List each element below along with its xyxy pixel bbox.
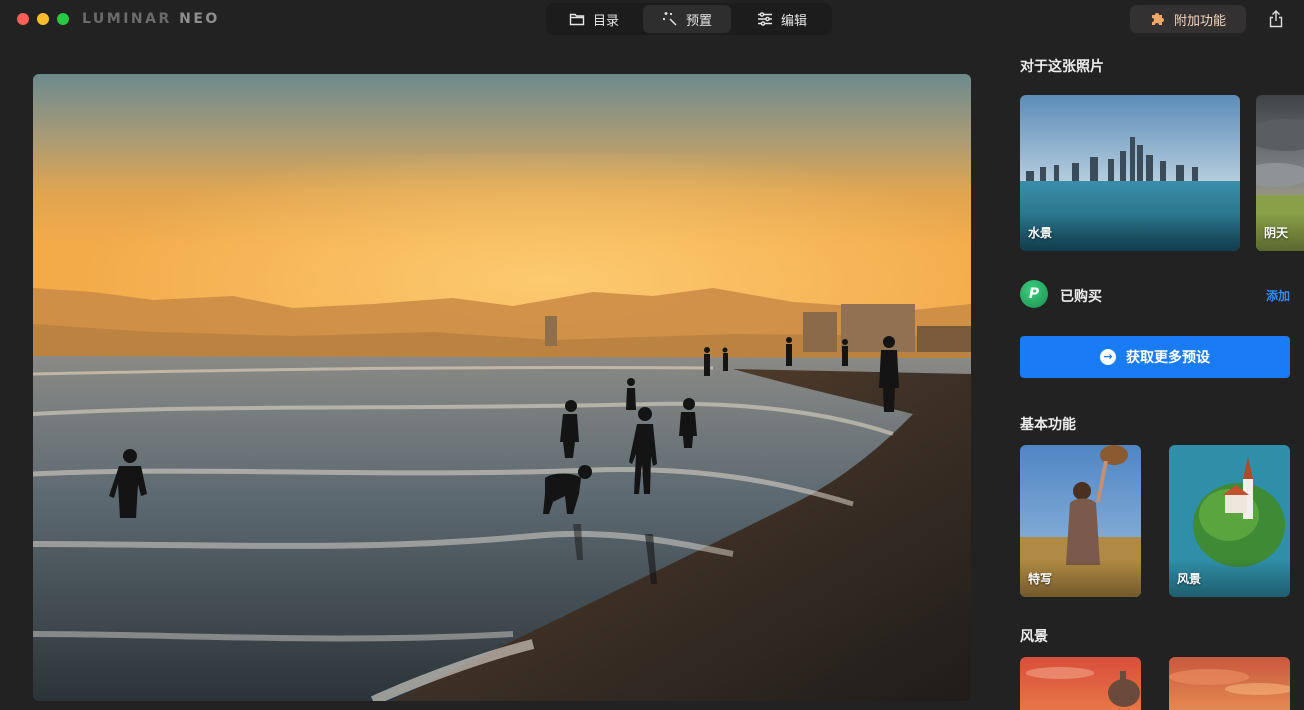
sunset-clouds-image bbox=[1169, 657, 1290, 710]
extensions-label: 附加功能 bbox=[1173, 13, 1226, 29]
purchased-label: 已购买 bbox=[1060, 289, 1102, 305]
puzzle-icon bbox=[1151, 13, 1164, 25]
fullscreen-window-button[interactable] bbox=[57, 13, 69, 25]
purchased-logo-icon: P bbox=[1020, 280, 1048, 308]
purchased-logo-letter: P bbox=[1028, 286, 1040, 302]
arrow-right-icon: → bbox=[1100, 349, 1116, 365]
preset-overcast[interactable]: 阴天 bbox=[1256, 95, 1304, 251]
basic-presets-title: 基本功能 bbox=[1020, 417, 1076, 433]
tab-presets[interactable]: 预置 bbox=[643, 5, 731, 33]
folder-icon bbox=[569, 13, 585, 26]
main-photo-canvas[interactable] bbox=[33, 74, 971, 701]
share-icon bbox=[1269, 10, 1283, 28]
landscape-presets-title: 风景 bbox=[1020, 629, 1048, 645]
presets-panel: 对于这张照片 水景 阴天 P 已购买 添加 → 获取更多预设 基本功能 特写 风… bbox=[1000, 40, 1304, 710]
preset-landscape-sunset-clouds[interactable] bbox=[1169, 657, 1290, 710]
app-logo: LUMINAR NEO bbox=[82, 10, 220, 28]
preset-waterscape[interactable]: 水景 bbox=[1020, 95, 1240, 251]
tab-edit[interactable]: 编辑 bbox=[738, 5, 826, 33]
preset-landscape-sunset-dome[interactable] bbox=[1020, 657, 1141, 710]
about-photo-title: 对于这张照片 bbox=[1020, 59, 1104, 75]
mode-switcher: 目录 预置 编辑 bbox=[546, 3, 832, 35]
tab-edit-label: 编辑 bbox=[780, 13, 807, 29]
title-bar: LUMINAR NEO 目录 预置 编辑 附加功能 bbox=[0, 0, 1304, 38]
preset-label: 特写 bbox=[1028, 572, 1053, 586]
export-button[interactable] bbox=[1266, 9, 1286, 29]
tab-catalog[interactable]: 目录 bbox=[550, 5, 638, 33]
get-more-presets-button[interactable]: → 获取更多预设 bbox=[1020, 336, 1290, 378]
sliders-icon bbox=[757, 12, 772, 26]
beach-sunset-photo bbox=[33, 74, 971, 701]
preset-landscape[interactable]: 风景 bbox=[1169, 445, 1290, 597]
add-purchased-link[interactable]: 添加 bbox=[1266, 287, 1290, 304]
purchased-presets-row: P 已购买 添加 bbox=[1020, 280, 1290, 310]
preset-label: 风景 bbox=[1177, 572, 1202, 586]
magic-wand-icon bbox=[662, 12, 677, 26]
tab-catalog-label: 目录 bbox=[592, 13, 619, 29]
preset-label: 阴天 bbox=[1264, 226, 1289, 240]
close-window-button[interactable] bbox=[17, 13, 29, 25]
app-logo-text: LUMINAR bbox=[82, 11, 180, 27]
preset-label: 水景 bbox=[1028, 226, 1053, 240]
tab-presets-label: 预置 bbox=[685, 13, 712, 29]
thumb-shade bbox=[1020, 213, 1240, 251]
dome-sunset-image bbox=[1020, 657, 1141, 710]
preset-closeup[interactable]: 特写 bbox=[1020, 445, 1141, 597]
extensions-button[interactable]: 附加功能 bbox=[1130, 5, 1246, 33]
app-logo-suffix: NEO bbox=[179, 11, 220, 27]
get-more-presets-label: 获取更多预设 bbox=[1126, 350, 1210, 366]
minimize-window-button[interactable] bbox=[37, 13, 49, 25]
